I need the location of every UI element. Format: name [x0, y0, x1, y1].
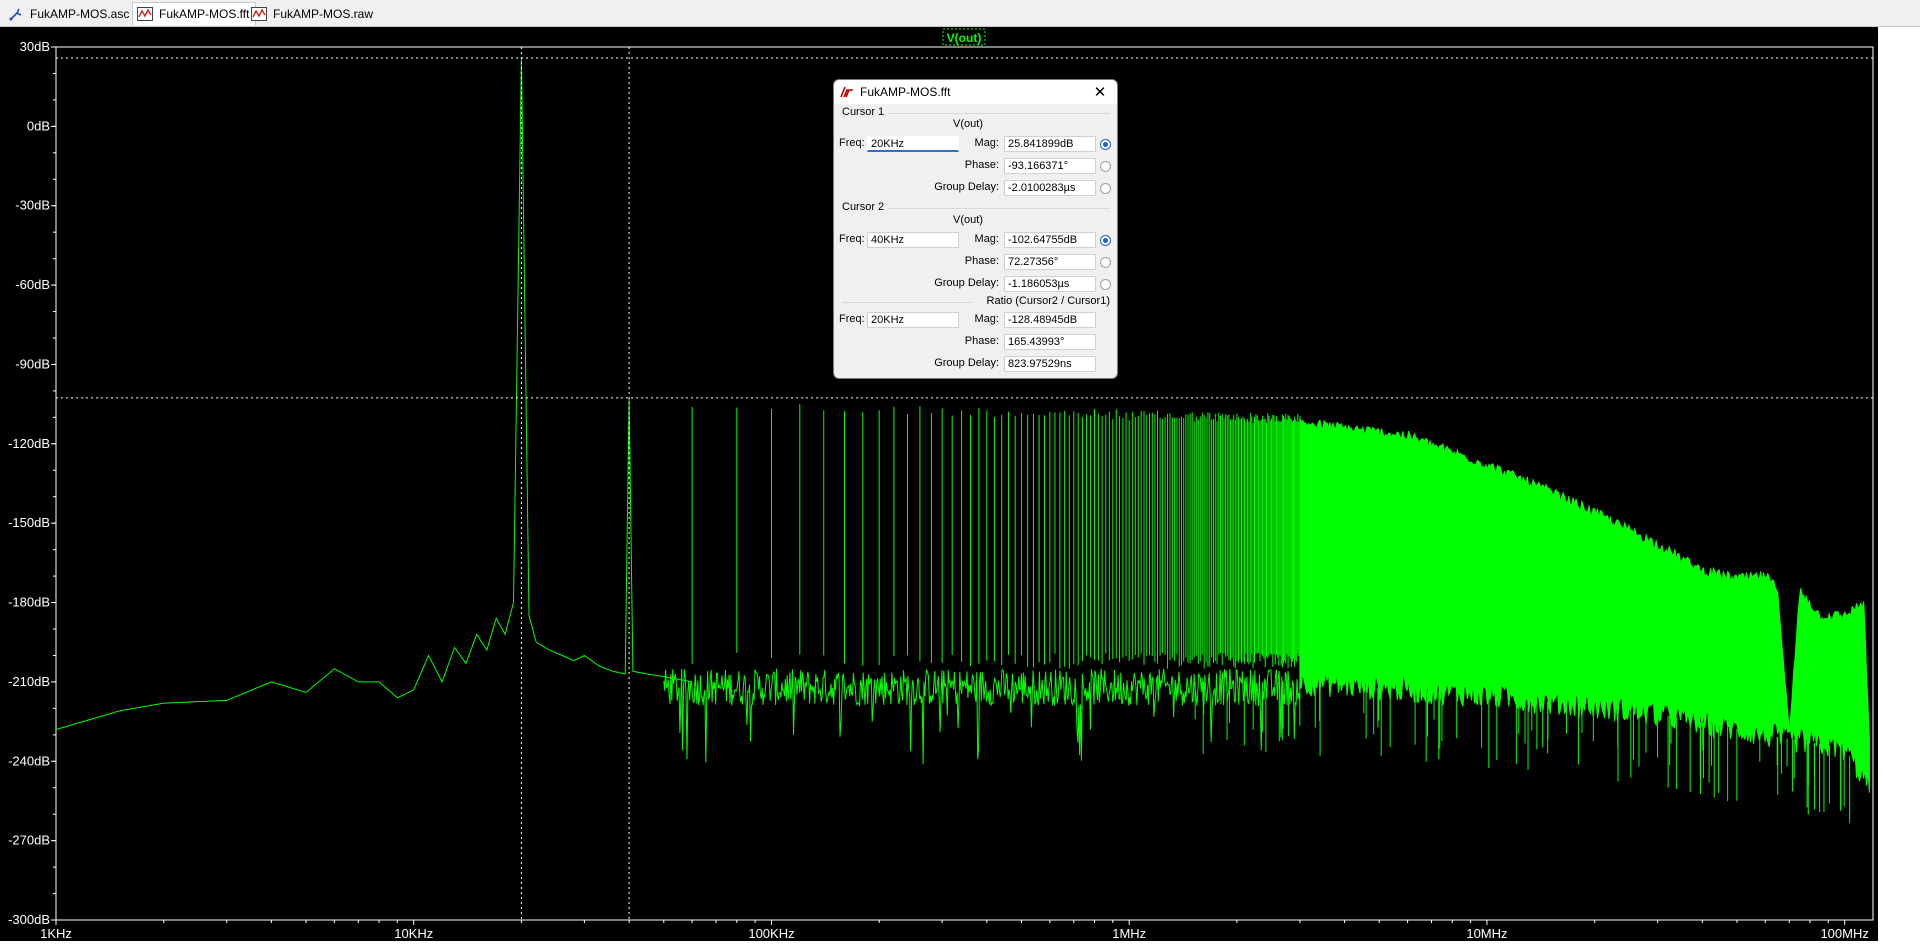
- ratio-gd-label: Group Delay:: [934, 357, 999, 369]
- cursor1-freq-input[interactable]: 20KHz: [867, 136, 959, 152]
- cursor1-gd-field: -2.0100283µs: [1004, 180, 1096, 196]
- y-tick-label: -30dB: [15, 198, 50, 213]
- cursor1-gd-radio[interactable]: [1100, 183, 1111, 194]
- ratio-section-label: Ratio (Cursor2 / Cursor1): [986, 295, 1110, 307]
- cursor1-trace: V(out): [953, 118, 983, 130]
- tab-label: FukAMP-MOS.raw: [273, 6, 374, 21]
- dialog-titlebar[interactable]: FukAMP-MOS.fft ✕: [834, 80, 1117, 104]
- ratio-phase-label: Phase:: [964, 335, 999, 347]
- cursor1-phase-label: Phase:: [964, 159, 999, 171]
- x-tick-label: 1MHz: [1112, 926, 1146, 941]
- cursor2-gd-field: -1.186053µs: [1004, 276, 1096, 292]
- y-tick-label: 30dB: [20, 39, 50, 54]
- ltspice-logo-icon: [840, 86, 853, 98]
- divider: [888, 113, 1110, 114]
- x-tick-label: 100KHz: [748, 926, 794, 941]
- ratio-mag-label: Mag:: [974, 313, 999, 325]
- trace-label[interactable]: V(out): [947, 31, 982, 45]
- x-tick-label: 10KHz: [394, 926, 433, 941]
- cursor2-phase-field: 72.27356°: [1004, 254, 1096, 270]
- close-icon[interactable]: ✕: [1091, 83, 1109, 101]
- ratio-gd-field: 823.97529ns: [1004, 356, 1096, 372]
- tab-fft[interactable]: FukAMP-MOS.fft: [132, 2, 257, 25]
- trace-dense-band: [1299, 418, 1870, 793]
- tab-asc[interactable]: FukAMP-MOS.asc: [4, 2, 135, 25]
- ratio-freq-label: Freq:: [839, 313, 865, 325]
- cursor2-freq-input[interactable]: 40KHz: [867, 232, 959, 248]
- y-tick-label: 0dB: [27, 118, 50, 133]
- cursor2-trace: V(out): [953, 214, 983, 226]
- right-gutter: [1878, 27, 1920, 941]
- cursor2-gd-label: Group Delay:: [934, 277, 999, 289]
- x-tick-label: 10MHz: [1466, 926, 1507, 941]
- y-tick-label: -270dB: [8, 833, 50, 848]
- cursor1-section-label: Cursor 1: [842, 106, 885, 118]
- cursor2-phase-radio[interactable]: [1100, 257, 1111, 268]
- divider: [888, 208, 1110, 209]
- cursor1-mag-radio[interactable]: [1100, 139, 1111, 150]
- ratio-freq-field: 20KHz: [867, 312, 959, 328]
- cursor1-phase-field: -93.166371°: [1004, 158, 1096, 174]
- cursor2-mag-field: -102.64755dB: [1004, 232, 1096, 248]
- x-tick-label: 100MHz: [1820, 926, 1868, 941]
- y-tick-label: -180dB: [8, 595, 50, 610]
- tab-raw[interactable]: FukAMP-MOS.raw: [247, 2, 379, 25]
- x-tick-label: 1KHz: [40, 926, 72, 941]
- cursor2-phase-label: Phase:: [964, 255, 999, 267]
- y-tick-label: -300dB: [8, 912, 50, 927]
- cursor1-mag-field: 25.841899dB: [1004, 136, 1096, 152]
- cursor2-freq-label: Freq:: [839, 233, 865, 245]
- y-tick-label: -120dB: [8, 436, 50, 451]
- divider: [842, 302, 972, 303]
- y-tick-label: -240dB: [8, 753, 50, 768]
- ratio-phase-field: 165.43993°: [1004, 334, 1096, 350]
- cursor-dialog: FukAMP-MOS.fft ✕ Cursor 1 V(out) Freq: 2…: [833, 79, 1118, 379]
- cursor2-mag-label: Mag:: [974, 233, 999, 245]
- y-tick-label: -60dB: [15, 277, 50, 292]
- cursor1-gd-label: Group Delay:: [934, 181, 999, 193]
- ratio-mag-field: -128.48945dB: [1004, 312, 1096, 328]
- cursor2-section-label: Cursor 2: [842, 201, 885, 213]
- cursor1-freq-label: Freq:: [839, 137, 865, 149]
- cursor1-phase-radio[interactable]: [1100, 161, 1111, 172]
- trace-low-band: [55, 57, 693, 730]
- tab-label: FukAMP-MOS.fft: [159, 7, 250, 21]
- dialog-title: FukAMP-MOS.fft: [860, 85, 951, 99]
- cursor2-gd-radio[interactable]: [1100, 279, 1111, 290]
- schematic-icon: [9, 8, 22, 20]
- cursor2-mag-radio[interactable]: [1100, 235, 1111, 246]
- cursor1-mag-label: Mag:: [974, 137, 999, 149]
- document-tab-bar: FukAMP-MOS.asc FukAMP-MOS.fft FukAMP-MOS…: [0, 0, 1920, 27]
- waveform-icon: [137, 7, 153, 21]
- y-tick-label: -90dB: [15, 356, 50, 371]
- waveform-icon: [251, 6, 267, 21]
- trace-noise-floor: [663, 668, 1301, 765]
- y-tick-label: -150dB: [8, 515, 50, 530]
- tab-label: FukAMP-MOS.asc: [30, 6, 130, 21]
- y-tick-label: -210dB: [8, 674, 50, 689]
